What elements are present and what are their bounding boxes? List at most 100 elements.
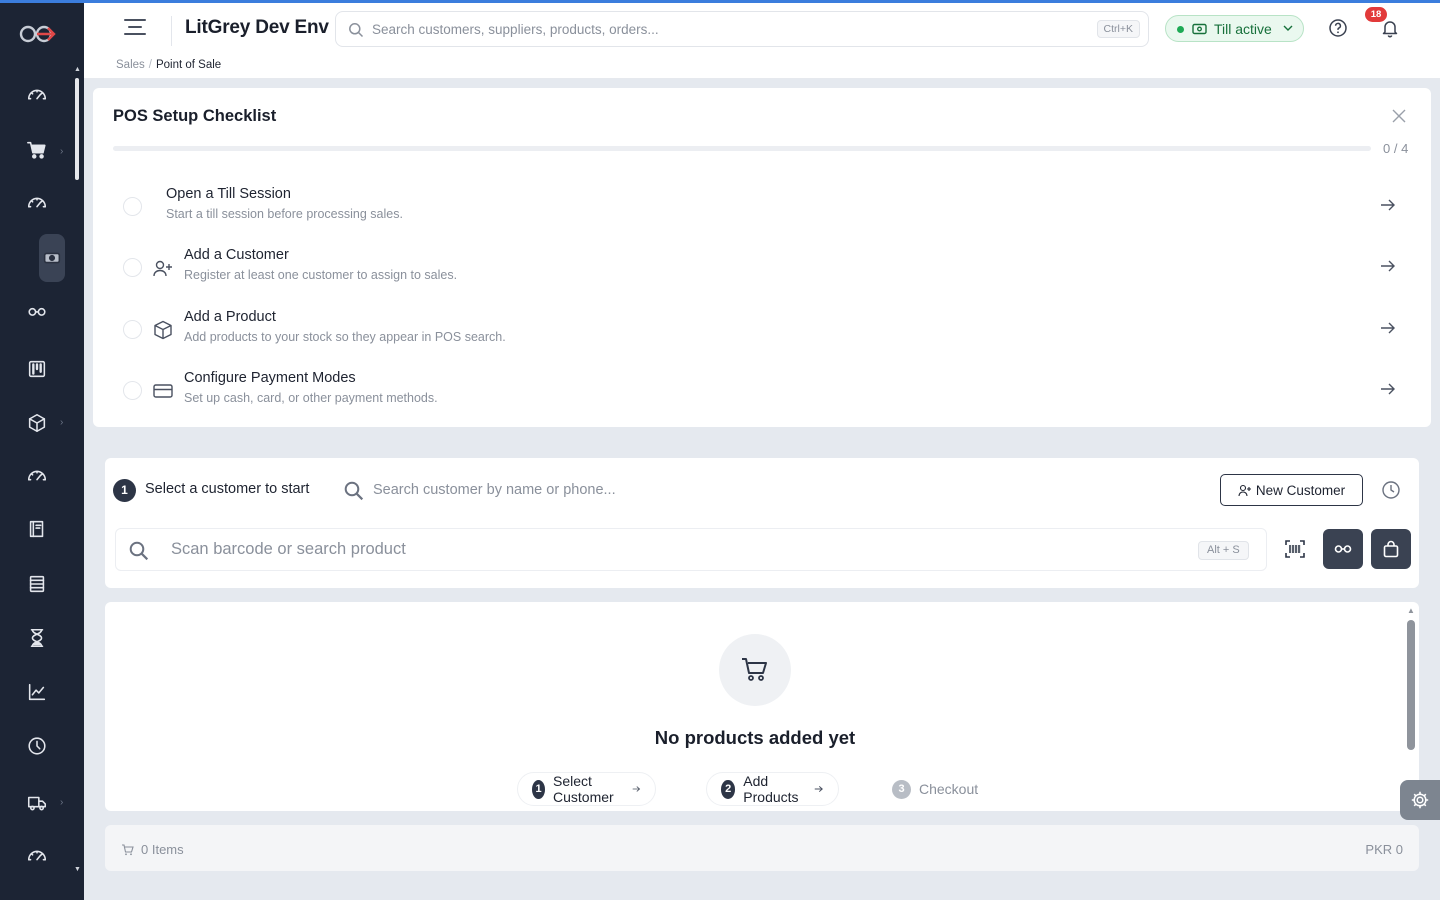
global-search-input[interactable] (372, 12, 1072, 46)
global-search[interactable]: Ctrl+K (335, 11, 1149, 47)
checklist-progress-text: 0 / 4 (1383, 141, 1409, 156)
cash-register-icon (43, 252, 61, 264)
sidebar-item-optical[interactable] (22, 296, 52, 326)
shopping-cart-icon (122, 843, 134, 855)
hamburger-menu-icon[interactable] (124, 19, 146, 37)
arrow-right-icon[interactable] (1379, 382, 1397, 396)
sidebar-item-ledger[interactable] (22, 514, 52, 544)
step-checkout[interactable]: 3 Checkout (877, 772, 994, 806)
close-icon[interactable] (1391, 108, 1407, 124)
till-status-label: Till active (1214, 21, 1272, 37)
sidebar-scrollbar[interactable] (75, 78, 79, 180)
dashboard-gauge-icon (27, 850, 47, 861)
cart-scrollbar[interactable] (1407, 620, 1415, 750)
sidebar-item-history[interactable] (22, 731, 52, 761)
step-number: 3 (892, 779, 911, 799)
arrow-right-icon[interactable] (1379, 198, 1397, 212)
chevron-right-icon: › (60, 417, 64, 428)
checklist-item-add-product[interactable]: Add a Product Add products to your stock… (113, 303, 1411, 353)
product-search-input[interactable] (171, 529, 1171, 570)
arrow-right-icon[interactable] (1379, 259, 1397, 273)
checklist-item-desc: Set up cash, card, or other payment meth… (184, 391, 438, 405)
sidebar-item-dashboard[interactable] (22, 80, 52, 110)
sidebar-item-board[interactable] (22, 354, 52, 384)
sidebar-item-pos[interactable] (37, 243, 67, 273)
checklist-item-title: Configure Payment Modes (184, 370, 356, 386)
scroll-up-icon[interactable]: ▲ (1407, 606, 1415, 615)
settings-fab[interactable] (1400, 780, 1440, 820)
empty-cart-illustration (719, 634, 791, 706)
user-plus-icon (153, 260, 172, 277)
brand-logo-icon[interactable] (16, 21, 60, 47)
arrow-right-icon (815, 786, 824, 792)
sidebar-item-list[interactable] (22, 569, 52, 599)
checklist-item-title: Add a Product (184, 309, 276, 325)
shopping-bag-icon (1383, 540, 1399, 558)
checklist-item-desc: Start a till session before processing s… (166, 207, 403, 221)
dashboard-gauge-icon (27, 470, 47, 481)
chevron-down-icon (1283, 25, 1293, 31)
chevron-right-icon: › (60, 797, 64, 808)
search-icon (349, 23, 364, 38)
new-customer-label: New Customer (1255, 482, 1346, 498)
sidebar-item-delivery[interactable] (22, 788, 52, 818)
step-number: 1 (532, 779, 545, 799)
checklist-item-title: Open a Till Session (166, 186, 291, 202)
header-divider (171, 16, 172, 46)
dashboard-gauge-icon (27, 197, 47, 208)
shopping-cart-icon (742, 658, 767, 681)
customer-search-input[interactable] (373, 474, 933, 506)
cash-icon (1192, 23, 1207, 35)
sidebar-item-inventory[interactable] (22, 408, 52, 438)
kanban-board-icon (28, 360, 46, 378)
barcode-scan-button[interactable] (1275, 529, 1315, 569)
sidebar-scroll-down-icon[interactable]: ▼ (74, 866, 82, 873)
search-icon (344, 481, 364, 501)
checklist-item-till-session[interactable]: Open a Till Session Start a till session… (113, 180, 1411, 230)
cart-area: ▲ No products added yet 1 Select Custome… (105, 602, 1419, 811)
sidebar-item-dashboard-2[interactable] (22, 188, 52, 218)
step-number-badge: 1 (113, 479, 136, 502)
arrow-right-icon[interactable] (1379, 321, 1397, 335)
step-select-customer[interactable]: 1 Select Customer (517, 772, 656, 806)
delivery-truck-icon (27, 796, 47, 811)
optical-button[interactable] (1323, 529, 1363, 569)
empty-cart-title: No products added yet (654, 727, 856, 748)
checklist-radio[interactable] (123, 258, 142, 277)
breadcrumb-sales[interactable]: Sales (116, 59, 145, 71)
checklist-item-add-customer[interactable]: Add a Customer Register at least one cus… (113, 241, 1411, 291)
sidebar-item-dashboard-4[interactable] (22, 841, 52, 871)
sidebar: ▲ ▼ › › › (0, 3, 84, 900)
glasses-icon (28, 307, 46, 316)
shopping-bag-button[interactable] (1371, 529, 1411, 569)
dashboard-gauge-icon (27, 89, 47, 100)
checklist-item-payment-modes[interactable]: Configure Payment Modes Set up cash, car… (113, 364, 1411, 414)
sidebar-item-timer[interactable] (22, 623, 52, 653)
shopping-cart-icon (27, 141, 46, 159)
history-clock-icon[interactable] (1381, 480, 1401, 500)
checklist-item-desc: Add products to your stock so they appea… (184, 330, 506, 344)
step-add-products[interactable]: 2 Add Products (706, 772, 840, 806)
help-icon[interactable] (1328, 18, 1348, 38)
new-customer-button[interactable]: New Customer (1220, 474, 1363, 506)
notification-badge: 18 (1365, 7, 1387, 22)
product-search[interactable]: Alt + S (115, 528, 1267, 571)
step-label: Select Customer (553, 773, 614, 805)
till-status-dropdown[interactable]: Till active (1165, 15, 1304, 42)
search-icon (129, 541, 149, 561)
items-count-label: 0 Items (141, 842, 184, 857)
pos-setup-checklist: POS Setup Checklist 0 / 4 Open a Till Se… (93, 88, 1431, 427)
checklist-radio[interactable] (123, 197, 142, 216)
checklist-radio[interactable] (123, 320, 142, 339)
cart-total: PKR 0 (1365, 842, 1403, 857)
package-box-icon (154, 320, 172, 340)
sidebar-item-reports[interactable] (22, 677, 52, 707)
package-box-icon (28, 413, 46, 433)
sidebar-item-dashboard-3[interactable] (22, 461, 52, 491)
checklist-title: POS Setup Checklist (113, 107, 277, 125)
checklist-radio[interactable] (123, 381, 142, 400)
sidebar-item-sales[interactable] (22, 135, 52, 165)
sidebar-scroll-up-icon[interactable]: ▲ (74, 66, 82, 73)
top-accent-line (0, 0, 1440, 3)
user-plus-icon (1238, 484, 1251, 496)
